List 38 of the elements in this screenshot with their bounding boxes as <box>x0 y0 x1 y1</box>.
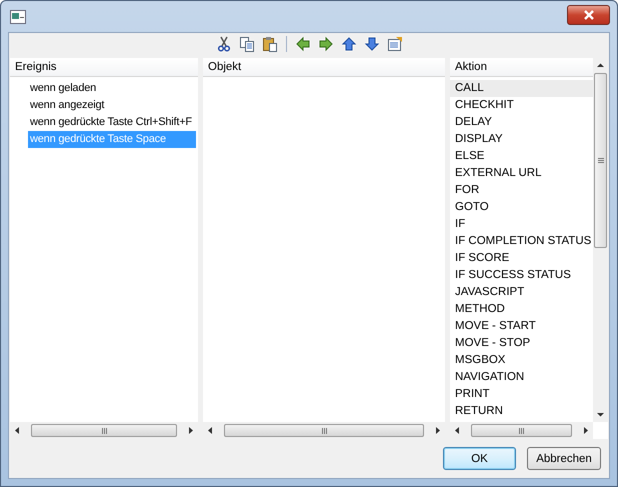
right-arrow-icon[interactable] <box>316 35 334 53</box>
cancel-button[interactable]: Abbrechen <box>527 447 601 470</box>
action-item[interactable]: FOR <box>450 182 593 199</box>
action-item[interactable]: PRINT <box>450 386 593 403</box>
app-icon <box>10 10 26 24</box>
action-item[interactable]: MSGBOX <box>450 352 593 369</box>
action-item[interactable]: RETURN <box>450 403 593 420</box>
event-item[interactable]: wenn angezeigt <box>28 97 196 114</box>
down-arrow-icon[interactable] <box>362 35 380 53</box>
ok-button[interactable]: OK <box>443 447 516 470</box>
horizontal-scrollbar[interactable] <box>10 422 198 439</box>
paste-icon[interactable] <box>260 35 278 53</box>
action-item[interactable]: JAVASCRIPT <box>450 284 593 301</box>
properties-icon[interactable] <box>386 35 404 53</box>
action-item[interactable]: DELAY <box>450 114 593 131</box>
action-item[interactable]: NAVIGATION <box>450 369 593 386</box>
action-item[interactable]: MOVE - START <box>450 318 593 335</box>
up-arrow-icon[interactable] <box>340 35 358 53</box>
vertical-scrollbar[interactable] <box>593 58 608 422</box>
action-item[interactable]: IF SCORE <box>450 250 593 267</box>
close-icon <box>582 10 596 20</box>
action-item[interactable]: IF <box>450 216 593 233</box>
horizontal-scrollbar[interactable] <box>450 422 593 439</box>
action-item[interactable]: IF COMPLETION STATUS <box>450 233 593 250</box>
close-button[interactable] <box>567 4 610 24</box>
action-item[interactable]: IF SUCCESS STATUS <box>450 267 593 284</box>
left-arrow-icon[interactable] <box>294 35 312 53</box>
action-item[interactable]: ELSE <box>450 148 593 165</box>
copy-icon[interactable] <box>238 35 256 53</box>
action-item[interactable]: CALL <box>450 80 593 97</box>
action-item[interactable]: DISPLAY <box>450 131 593 148</box>
action-item[interactable]: CHECKHIT <box>450 97 593 114</box>
action-item[interactable]: MOVE - STOP <box>450 335 593 352</box>
event-item[interactable]: wenn gedrückte Taste Ctrl+Shift+F <box>28 114 196 131</box>
event-item[interactable]: wenn geladen <box>28 80 196 97</box>
action-item[interactable]: EXTERNAL URL <box>450 165 593 182</box>
action-item[interactable]: GOTO <box>450 199 593 216</box>
action-item[interactable]: METHOD <box>450 301 593 318</box>
